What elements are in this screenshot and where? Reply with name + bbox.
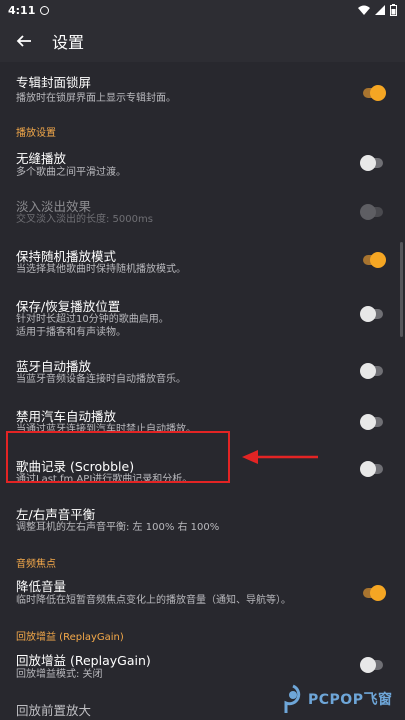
setting-balance[interactable]: 左/右声音平衡 调整耳机的左右声音平衡: 左 100% 右 100% xyxy=(0,500,405,540)
watermark-text: PCPOP飞窗 xyxy=(308,692,393,708)
section-header-replaygain: 回放增益 (ReplayGain) xyxy=(16,632,124,643)
setting-album-lock[interactable]: 专辑封面锁屏 播放时在锁屏界面上显示专辑封面。 xyxy=(0,68,405,110)
setting-summary: 针对时长超过10分钟的歌曲启用。 xyxy=(16,314,169,325)
album-lock-switch[interactable] xyxy=(363,85,386,101)
gapless-switch[interactable] xyxy=(360,155,383,171)
setting-duck[interactable]: 降低音量 临时降低在短暂音频焦点变化上的播放音量（通知、导航等）。 xyxy=(0,572,405,612)
scrollbar-thumb[interactable] xyxy=(400,242,403,337)
arrow-annotation-icon xyxy=(242,450,318,464)
sync-icon xyxy=(40,5,50,15)
setting-summary: 当蓝牙音频设备连接时自动播放音乐。 xyxy=(16,374,186,385)
setting-summary: 适用于播客和有声读物。 xyxy=(16,327,126,338)
arrow-left-icon xyxy=(16,35,31,47)
setting-summary: 交叉淡入淡出的长度: 5000ms xyxy=(16,214,153,225)
setting-gapless[interactable]: 无缝播放 多个歌曲之间平滑过渡。 xyxy=(0,142,405,184)
watermark: PCPOP飞窗 xyxy=(282,684,392,714)
setting-summary: 临时降低在短暂音频焦点变化上的播放音量（通知、导航等）。 xyxy=(16,595,291,606)
section-header-audio-focus: 音频焦点 xyxy=(16,559,56,570)
wifi-icon xyxy=(358,5,370,15)
section-header-playback: 播放设置 xyxy=(16,128,56,139)
signal-icon xyxy=(375,5,385,15)
duck-switch[interactable] xyxy=(363,585,386,601)
highlight-box xyxy=(6,431,230,483)
setting-summary: 回放增益模式: 关闭 xyxy=(16,669,103,680)
setting-title: 回放增益 (ReplayGain) xyxy=(16,653,151,668)
setting-replaygain[interactable]: 回放增益 (ReplayGain) 回放增益模式: 关闭 xyxy=(0,646,405,686)
back-button[interactable] xyxy=(0,20,48,62)
setting-summary: 当选择其他歌曲时保持随机播放模式。 xyxy=(16,264,186,275)
replaygain-switch[interactable] xyxy=(360,657,383,673)
resume-switch[interactable] xyxy=(360,306,383,322)
app-bar: 设置 xyxy=(0,20,405,62)
battery-icon xyxy=(390,4,397,16)
setting-resume[interactable]: 保存/恢复播放位置 针对时长超过10分钟的歌曲启用。 适用于播客和有声读物。 xyxy=(0,292,405,342)
crossfade-switch xyxy=(360,204,383,220)
status-icons xyxy=(358,4,397,16)
setting-title: 专辑封面锁屏 xyxy=(16,75,92,90)
watermark-logo-icon xyxy=(284,684,301,713)
setting-title: 回放前置放大 xyxy=(16,703,92,718)
setting-title: 降低音量 xyxy=(16,579,67,594)
status-bar: 4:11 xyxy=(0,0,405,20)
scrobble-switch[interactable] xyxy=(360,461,383,477)
setting-bt-autoplay[interactable]: 蓝牙自动播放 当蓝牙音频设备连接时自动播放音乐。 xyxy=(0,352,405,392)
setting-summary: 播放时在锁屏界面上显示专辑封面。 xyxy=(16,93,176,104)
setting-title: 无缝播放 xyxy=(16,151,67,166)
setting-summary: 调整耳机的左右声音平衡: 左 100% 右 100% xyxy=(16,522,220,533)
status-time: 4:11 xyxy=(8,3,36,17)
setting-shuffle[interactable]: 保持随机播放模式 当选择其他歌曲时保持随机播放模式。 xyxy=(0,242,405,282)
car-autoplay-switch[interactable] xyxy=(360,414,383,430)
page-title: 设置 xyxy=(52,33,85,52)
setting-summary: 多个歌曲之间平滑过渡。 xyxy=(16,167,126,178)
setting-crossfade: 淡入淡出效果 交叉淡入淡出的长度: 5000ms xyxy=(0,192,405,228)
settings-list[interactable]: 专辑封面锁屏 播放时在锁屏界面上显示专辑封面。 播放设置 无缝播放 多个歌曲之间… xyxy=(0,62,405,720)
shuffle-switch[interactable] xyxy=(363,252,386,268)
bt-autoplay-switch[interactable] xyxy=(360,363,383,379)
